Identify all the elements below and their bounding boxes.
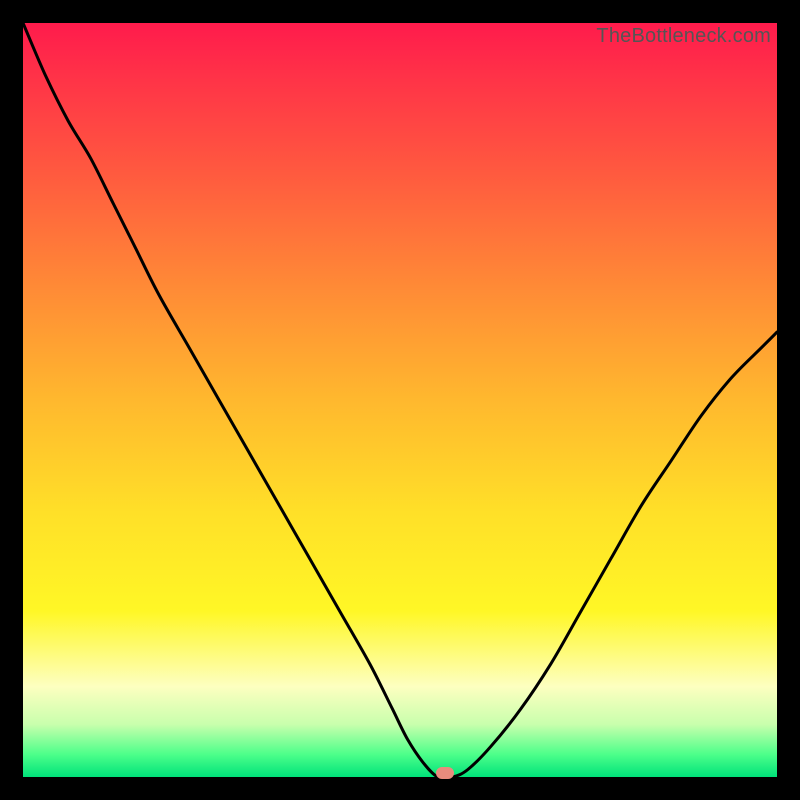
- bottleneck-curve: [23, 23, 777, 777]
- chart-plot-area: TheBottleneck.com: [23, 23, 777, 777]
- minimum-marker: [436, 767, 454, 779]
- chart-frame: TheBottleneck.com: [0, 0, 800, 800]
